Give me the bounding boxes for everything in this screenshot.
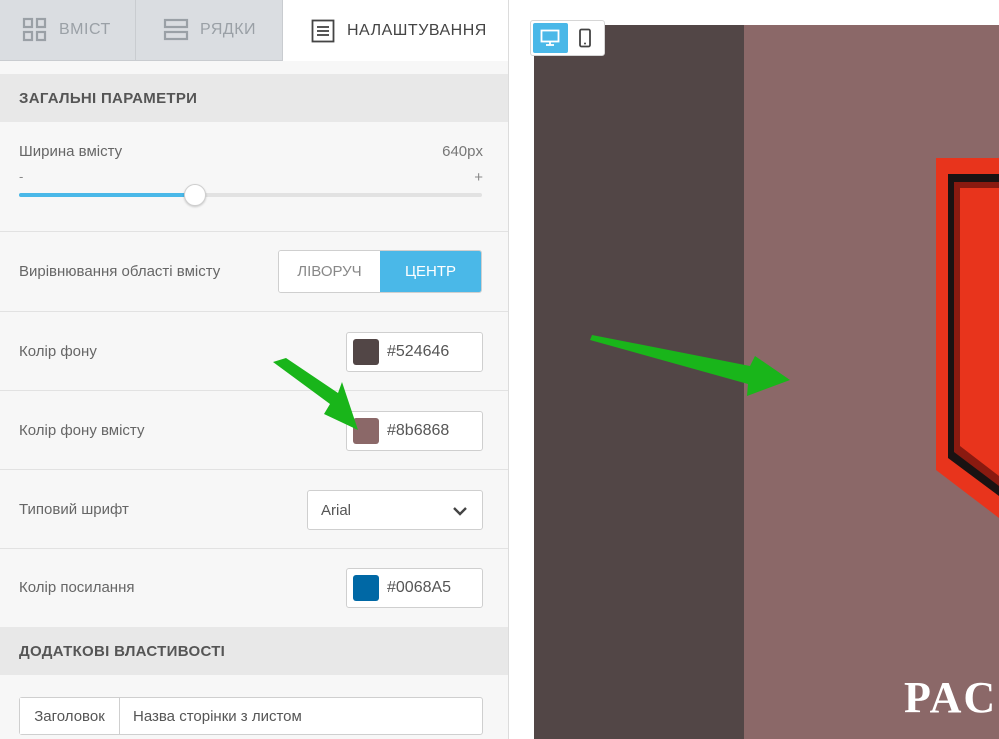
font-select-value: Arial [321, 501, 352, 519]
extra-section-heading: ДОДАТКОВІ ВЛАСТИВОСТІ [0, 627, 508, 675]
tab-label: ВМІСТ [59, 21, 111, 38]
device-toggle[interactable] [530, 20, 605, 56]
page-title-input[interactable]: Назва сторінки з листом [120, 698, 482, 734]
bg-color-row: Колір фону #524646 [0, 312, 508, 391]
desktop-icon[interactable] [533, 23, 568, 53]
link-color-label: Колір посилання [19, 579, 135, 596]
content-bg-color-value: #8b6868 [387, 422, 450, 439]
preview-heading-text: PAC [904, 673, 998, 722]
email-editor: ВМІСТ РЯДКИ НАЛАШТУВАННЯ ЗАГАЛЬНІ ПАРАМЕ… [0, 0, 999, 739]
slider-fill [19, 193, 195, 197]
settings-panel: ВМІСТ РЯДКИ НАЛАШТУВАННЯ ЗАГАЛЬНІ ПАРАМЕ… [0, 0, 509, 739]
chevron-down-icon [452, 503, 468, 523]
emblem-image [936, 158, 999, 518]
content-width-value: 640px [442, 143, 483, 160]
slider-min-label: - [19, 169, 24, 184]
default-font-label: Типовий шрифт [19, 501, 129, 518]
content-bg-color-swatch[interactable] [353, 418, 379, 444]
alignment-label: Вирівнювання області вмісту [19, 263, 221, 280]
settings-list-icon [311, 19, 335, 43]
tab-label: РЯДКИ [200, 21, 257, 38]
link-color-swatch[interactable] [353, 575, 379, 601]
link-color-row: Колір посилання #0068A5 [0, 549, 508, 628]
bg-color-swatch[interactable] [353, 339, 379, 365]
email-preview: PAC [510, 0, 999, 739]
link-color-field[interactable]: #0068A5 [346, 568, 483, 608]
align-center-button[interactable]: ЦЕНТР [380, 251, 481, 292]
bg-color-field[interactable]: #524646 [346, 332, 483, 372]
tab-rows[interactable]: РЯДКИ [136, 0, 283, 61]
alignment-toggle[interactable]: ЛІВОРУЧ ЦЕНТР [278, 250, 482, 293]
grid-icon [22, 17, 48, 43]
page-title-field[interactable]: Заголовок Назва сторінки з листом [19, 697, 483, 735]
tab-settings[interactable]: НАЛАШТУВАННЯ [283, 0, 508, 61]
content-bg-color-row: Колір фону вмісту #8b6868 [0, 391, 508, 470]
bg-color-value: #524646 [387, 343, 450, 360]
bg-color-label: Колір фону [19, 343, 97, 360]
content-bg-color-label: Колір фону вмісту [19, 422, 145, 439]
page-title-addon: Заголовок [20, 698, 120, 734]
slider-handle[interactable] [183, 184, 206, 206]
mobile-icon[interactable] [568, 23, 603, 53]
default-font-row: Типовий шрифт Arial [0, 470, 508, 549]
align-left-button[interactable]: ЛІВОРУЧ [279, 251, 380, 292]
content-bg-color-field[interactable]: #8b6868 [346, 411, 483, 451]
alignment-row: Вирівнювання області вмісту ЛІВОРУЧ ЦЕНТ… [0, 232, 508, 312]
general-section-heading: ЗАГАЛЬНІ ПАРАМЕТРИ [0, 74, 508, 122]
panel-tabs: ВМІСТ РЯДКИ НАЛАШТУВАННЯ [0, 0, 508, 61]
font-select[interactable]: Arial [307, 490, 483, 530]
slider-max-label: + [474, 169, 483, 186]
rows-icon [163, 17, 189, 43]
link-color-value: #0068A5 [387, 579, 452, 596]
content-width-label: Ширина вмісту [19, 143, 123, 160]
tab-content[interactable]: ВМІСТ [0, 0, 136, 61]
tab-label: НАЛАШТУВАННЯ [347, 21, 487, 39]
content-width-slider[interactable] [19, 184, 482, 206]
content-width-row: Ширина вмісту 640px - + [0, 122, 508, 232]
